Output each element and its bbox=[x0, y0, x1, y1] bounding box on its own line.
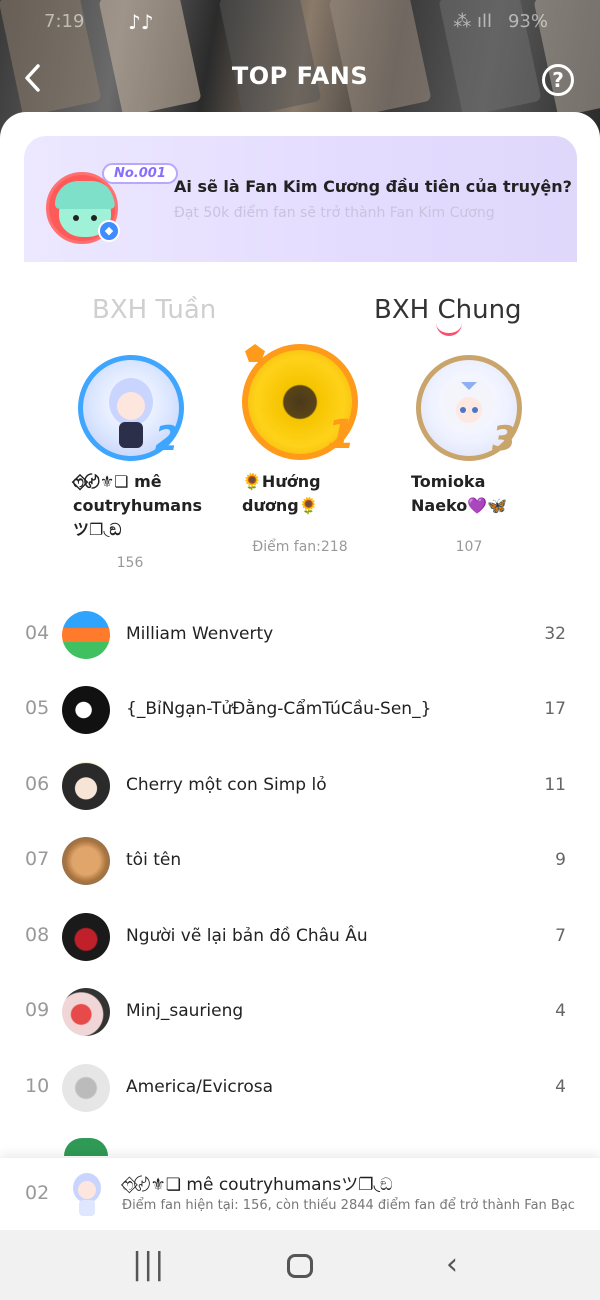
avatar bbox=[62, 988, 110, 1036]
recent-apps-icon[interactable]: ||| bbox=[132, 1248, 165, 1282]
podium-score-1: Điểm fan:218 bbox=[252, 539, 348, 555]
podium-rank-1: 1 bbox=[327, 412, 355, 458]
my-rank-bar[interactable]: 02 ෆ⃟〄⚜❏ mê coutryhumansツ❐◟ඞ Điểm fan hi… bbox=[0, 1158, 600, 1230]
crown-icon bbox=[245, 344, 265, 362]
list-item[interactable]: 09 Minj_saurieng 4 bbox=[0, 975, 600, 1050]
battery-level: 93% bbox=[507, 11, 548, 32]
avatar bbox=[62, 913, 110, 961]
fan-name: Người vẽ lại bản đồ Châu Âu bbox=[126, 926, 368, 946]
banner-subtitle: Đạt 50k điểm fan sẽ trở thành Fan Kim Cư… bbox=[174, 205, 495, 221]
my-rank-number: 02 bbox=[25, 1182, 50, 1204]
rank-number: 10 bbox=[25, 1075, 50, 1097]
fan-name: {_BỉNgạn-TửĐằng-CẩmTúCầu-Sen_} bbox=[126, 699, 432, 719]
top-bar: TOP FANS ? bbox=[0, 56, 600, 102]
podium-score-2: 156 bbox=[116, 555, 144, 571]
fan-name: Milliam Wenverty bbox=[126, 624, 274, 644]
tab-overall[interactable]: BXH Chung bbox=[374, 295, 522, 325]
banner-question: Ai sẽ là Fan Kim Cương đầu tiên của truy… bbox=[174, 177, 572, 196]
fan-score: 4 bbox=[555, 1001, 566, 1021]
rank-number: 09 bbox=[25, 999, 50, 1021]
fan-name: Minj_saurieng bbox=[126, 1001, 244, 1021]
my-avatar bbox=[64, 1168, 110, 1218]
rank-number: 06 bbox=[25, 773, 50, 795]
list-item[interactable]: 10 America/Evicrosa 4 bbox=[0, 1051, 600, 1126]
podium-name-1: 🌻Hướng dương🌻 bbox=[242, 472, 321, 515]
signal-icon: ⁂ ıll bbox=[453, 11, 492, 32]
podium-rank-3: 3 bbox=[492, 419, 516, 459]
avatar bbox=[62, 686, 110, 734]
fan-score: 4 bbox=[555, 1077, 566, 1097]
avatar bbox=[62, 611, 110, 659]
podium-name-3: Tomioka Naeko💜🦋 bbox=[411, 472, 508, 515]
fan-name: America/Evicrosa bbox=[126, 1077, 274, 1097]
list-item[interactable]: 08 Người vẽ lại bản đồ Châu Âu 7 bbox=[0, 900, 600, 975]
status-time: 7:19 bbox=[44, 11, 85, 32]
fan-name: tôi tên bbox=[126, 850, 182, 870]
podium-rank-2: 2 bbox=[155, 419, 179, 459]
diamond-fan-banner[interactable]: ◆ No.001 Ai sẽ là Fan Kim Cương đầu tiên… bbox=[24, 136, 577, 262]
my-status: Điểm fan hiện tại: 156, còn thiếu 2844 đ… bbox=[122, 1198, 575, 1213]
list-item[interactable]: 07 tôi tên 9 bbox=[0, 824, 600, 899]
rank-number: 05 bbox=[25, 697, 50, 719]
tab-weekly[interactable]: BXH Tuần bbox=[92, 295, 216, 325]
rank-badge: No.001 bbox=[102, 163, 178, 184]
fan-score: 7 bbox=[555, 926, 566, 946]
partial-avatar bbox=[64, 1138, 108, 1156]
help-icon[interactable]: ? bbox=[542, 64, 574, 96]
podium-name-2: ෆ⃟〄⚜❏ mê coutryhumans ツ❐◟ඞ bbox=[73, 472, 202, 539]
avatar bbox=[62, 762, 110, 810]
list-item[interactable]: 06 Cherry một con Simp lỏ 11 bbox=[0, 749, 600, 824]
fan-score: 9 bbox=[555, 850, 566, 870]
avatar bbox=[62, 837, 110, 885]
diamond-icon: ◆ bbox=[98, 220, 120, 242]
fan-score: 17 bbox=[544, 699, 566, 719]
list-item[interactable]: 04 Milliam Wenverty 32 bbox=[0, 598, 600, 673]
rank-number: 07 bbox=[25, 848, 50, 870]
rank-number: 04 bbox=[25, 622, 50, 644]
fan-score: 32 bbox=[544, 624, 566, 644]
tiktok-icon: ♪♪ bbox=[128, 10, 154, 34]
tab-indicator bbox=[436, 322, 462, 336]
fan-name: Cherry một con Simp lỏ bbox=[126, 775, 327, 795]
back-icon[interactable]: ‹ bbox=[446, 1248, 458, 1282]
page-title: TOP FANS bbox=[231, 62, 369, 90]
list-item[interactable]: 05 {_BỉNgạn-TửĐằng-CẩmTúCầu-Sen_} 17 bbox=[0, 673, 600, 748]
home-icon[interactable] bbox=[287, 1254, 313, 1278]
rank-number: 08 bbox=[25, 924, 50, 946]
fan-score: 11 bbox=[544, 775, 566, 795]
avatar bbox=[62, 1064, 110, 1112]
podium-score-3: 107 bbox=[455, 539, 483, 555]
my-name: ෆ⃟〄⚜❏ mê coutryhumansツ❐◟ඞ bbox=[122, 1175, 393, 1195]
status-bar: 7:19 ♪♪ ⁂ ıll 93% bbox=[0, 8, 600, 38]
content-sheet: ◆ No.001 Ai sẽ là Fan Kim Cương đầu tiên… bbox=[0, 112, 600, 1230]
system-nav-bar: ||| ‹ bbox=[0, 1230, 600, 1300]
